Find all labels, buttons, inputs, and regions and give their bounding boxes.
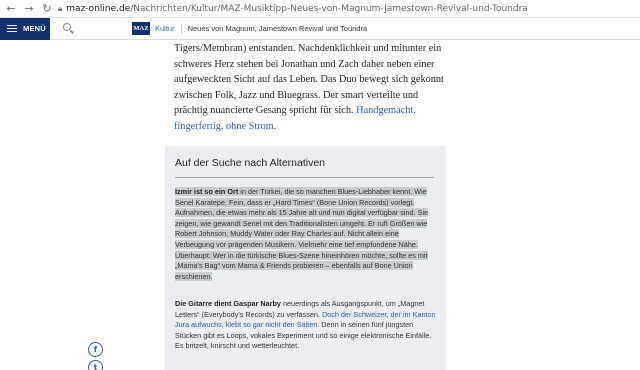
url-host: maz-online.de <box>66 3 131 14</box>
twitter-icon[interactable]: t <box>88 360 103 370</box>
paragraph-2-lead: Die Gitarre dient Gaspar Narby <box>175 299 281 308</box>
maz-logo[interactable]: MAZ <box>132 22 150 35</box>
forward-icon[interactable]: → <box>22 2 36 16</box>
info-box: Auf der Suche nach Alternativen Izmir is… <box>165 146 446 370</box>
article-text-end: . <box>273 120 277 132</box>
info-box-paragraph-1: Izmir ist so ein Ort in der Türkei, die … <box>175 187 439 282</box>
url-field[interactable]: maz-online.de/Nachrichten/Kultur/MAZ-Mus… <box>66 4 528 14</box>
paragraph-1-lead: Izmir ist so ein Ort <box>175 187 239 196</box>
url-path: /Nachrichten/Kultur/MAZ-Musiktipp-Neues-… <box>130 3 528 14</box>
reload-icon[interactable]: ↻ <box>40 2 54 16</box>
info-box-divider <box>175 177 434 178</box>
menu-button[interactable]: MENÜ <box>0 17 50 40</box>
back-icon[interactable]: ← <box>4 2 18 16</box>
site-header: MENÜ MAZ Kultur Neues von Magnum, Jamest… <box>0 17 640 40</box>
lock-icon[interactable]: 🔒︎ <box>58 4 62 14</box>
breadcrumb-divider <box>180 23 182 34</box>
menu-label: MENÜ <box>23 24 46 33</box>
menu-icon <box>7 23 17 34</box>
highlighted-text: Izmir ist so ein Ort in der Türkei, die … <box>175 187 429 281</box>
paragraph-1-text: in der Türkei, die so manchen Blues-Lieb… <box>175 187 429 281</box>
browser-address-bar: ← → ↻ 🔒︎ maz-online.de/Nachrichten/Kultu… <box>0 0 640 18</box>
header-article-title: Neues von Magnum, Jamestown Revival und … <box>187 24 368 33</box>
article-paragraph: Tigers/Membran) entstanden. Nachdenklich… <box>174 41 446 135</box>
search-icon[interactable] <box>62 22 76 36</box>
breadcrumb-kultur[interactable]: Kultur <box>155 24 175 33</box>
info-box-paragraph-2: Die Gitarre dient Gaspar Narby neuerding… <box>175 299 439 352</box>
info-box-title: Auf der Suche nach Alternativen <box>175 157 326 169</box>
facebook-icon[interactable]: f <box>88 342 103 357</box>
